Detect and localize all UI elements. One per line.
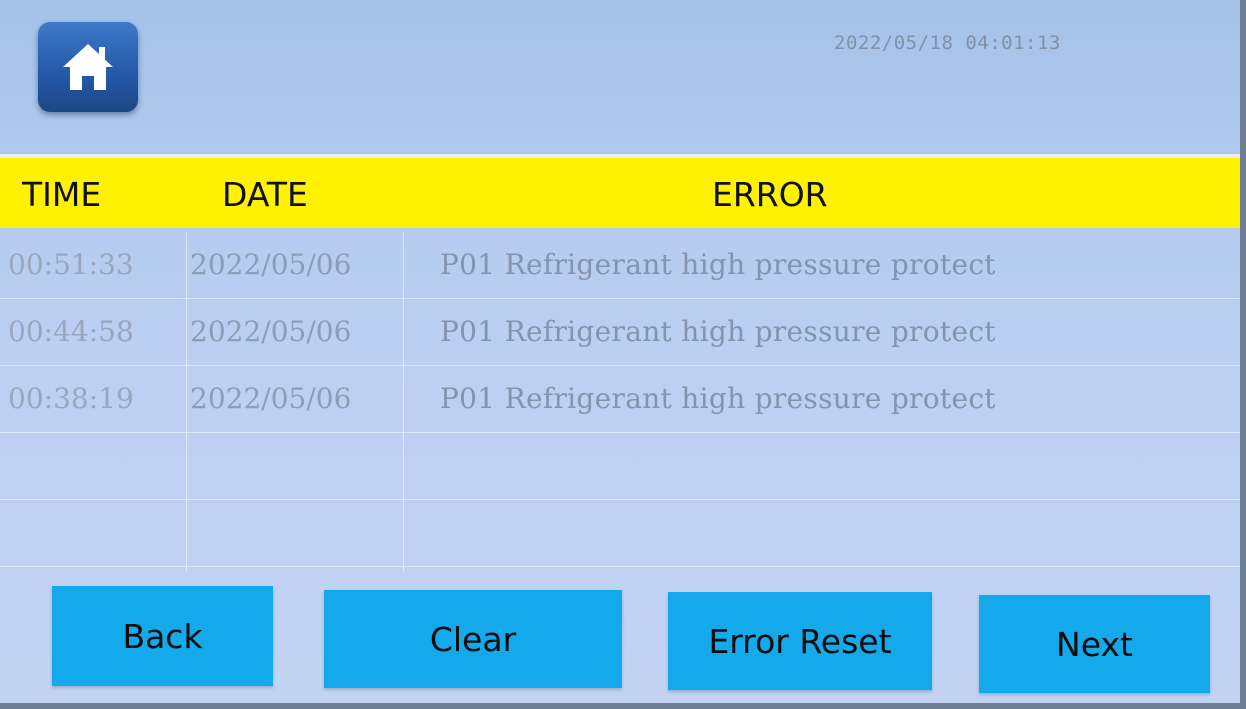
clear-button[interactable]: Clear <box>324 590 622 688</box>
current-datetime: 2022/05/18 04:01:13 <box>834 32 1061 54</box>
table-header: TIME DATE ERROR <box>0 158 1240 228</box>
row-date: 2022/05/06 <box>190 248 352 281</box>
error-reset-button[interactable]: Error Reset <box>668 592 932 690</box>
row-time: 00:51:33 <box>8 248 134 281</box>
back-button[interactable]: Back <box>52 586 273 686</box>
table-row-empty <box>0 433 1240 500</box>
row-error: P01 Refrigerant high pressure protect <box>440 315 996 348</box>
alarm-history-screen: 2022/05/18 04:01:13 TIME DATE ERROR 00:5… <box>0 0 1240 703</box>
column-header-time: TIME <box>22 175 102 214</box>
row-error: P01 Refrigerant high pressure protect <box>440 382 996 415</box>
row-time: 00:38:19 <box>8 382 134 415</box>
column-header-date: DATE <box>222 175 308 214</box>
next-button[interactable]: Next <box>979 595 1210 693</box>
table-row: 00:51:33 2022/05/06 P01 Refrigerant high… <box>0 232 1240 299</box>
table-row: 00:38:19 2022/05/06 P01 Refrigerant high… <box>0 366 1240 433</box>
row-time: 00:44:58 <box>8 315 134 348</box>
table-row-empty <box>0 500 1240 567</box>
row-date: 2022/05/06 <box>190 315 352 348</box>
column-header-error: ERROR <box>712 175 828 214</box>
row-date: 2022/05/06 <box>190 382 352 415</box>
row-error: P01 Refrigerant high pressure protect <box>440 248 996 281</box>
table-row: 00:44:58 2022/05/06 P01 Refrigerant high… <box>0 299 1240 366</box>
home-icon <box>63 44 113 90</box>
home-button[interactable] <box>38 22 138 112</box>
